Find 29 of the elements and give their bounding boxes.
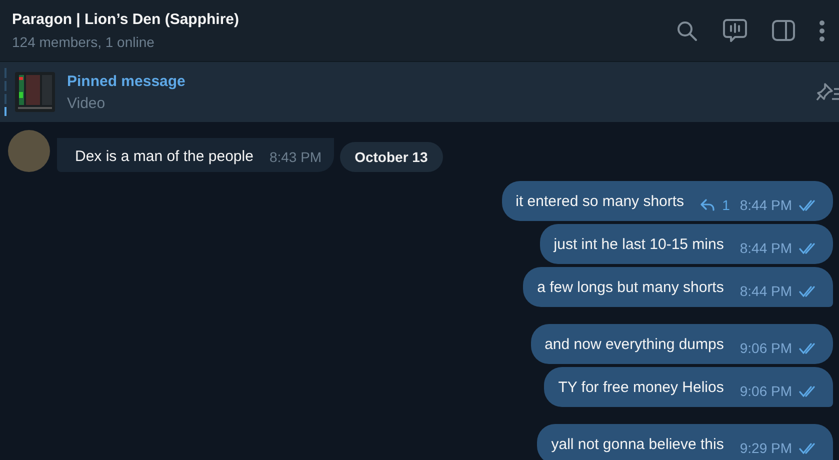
message-time: 8:44 PM [740, 240, 792, 256]
message-text: a few longs but many shorts [537, 279, 724, 298]
message-text: Dex is a man of the people [75, 148, 254, 165]
pinned-preview: Video [67, 94, 106, 112]
message-text: yall not gonna believe this [551, 436, 724, 455]
message-time: 9:06 PM [740, 383, 792, 399]
chat-bars-icon[interactable] [722, 18, 748, 44]
message-text: and now everything dumps [544, 336, 724, 355]
reply-icon[interactable] [700, 199, 716, 211]
message-time: 8:44 PM [740, 197, 792, 213]
message-time: 9:29 PM [740, 440, 792, 456]
pinned-title: Pinned message [67, 72, 186, 90]
pinned-indicator-icon [4, 68, 7, 116]
reply-count[interactable]: 1 [722, 197, 730, 213]
member-count: 124 members, 1 online [12, 34, 156, 50]
message-time: 8:43 PM [269, 149, 322, 165]
chat-title: Paragon | Lion’s Den (Sapphire) [12, 11, 239, 28]
message-time: 8:44 PM [740, 283, 792, 299]
date-badge: October 13 [340, 142, 443, 172]
message-text: just int he last 10-15 mins [554, 236, 724, 255]
message-time: 9:06 PM [740, 340, 792, 356]
more-icon[interactable] [819, 20, 825, 42]
message-text: it entered so many shorts [516, 193, 684, 212]
pin-list-icon[interactable] [815, 81, 839, 103]
pinned-bar[interactable]: Pinned message Video [0, 62, 839, 122]
sidebar-toggle-icon[interactable] [772, 20, 795, 41]
message-text: TY for free money Helios [558, 379, 724, 398]
video-thumbnail [15, 72, 55, 112]
search-icon[interactable] [676, 20, 698, 42]
